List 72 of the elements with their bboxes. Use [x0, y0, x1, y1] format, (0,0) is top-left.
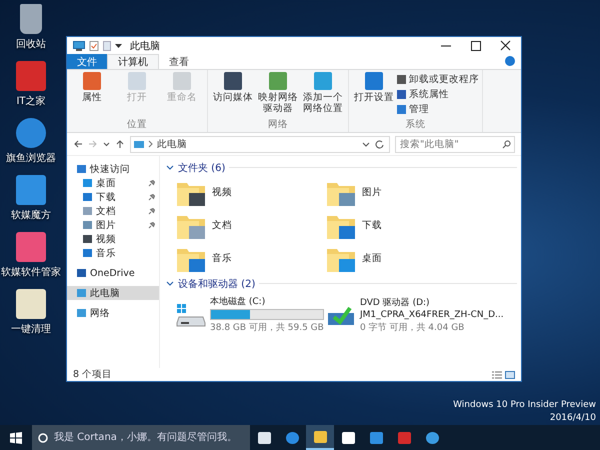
circle-icon[interactable]	[38, 432, 48, 442]
nav-item[interactable]: 桌面	[67, 176, 159, 190]
nav-item[interactable]: OneDrive	[67, 266, 159, 280]
section-title: 设备和驱动器 (2)	[178, 278, 256, 290]
collapse-chevron-icon[interactable]	[166, 164, 174, 172]
status-text: 8 个项目	[73, 368, 112, 381]
ribbon-group-label: 位置	[127, 118, 147, 131]
ribbon-button[interactable]: 映射网络驱动器	[256, 72, 300, 118]
desktop-app-icon[interactable]	[16, 118, 46, 148]
details-view-icon[interactable]	[492, 370, 502, 378]
folder-label[interactable]: 桌面	[362, 252, 382, 265]
drive-capacity-text: 38.8 GB 可用，共 59.5 GB	[210, 322, 324, 334]
window-title: 此电脑	[130, 40, 160, 52]
large-icons-view-icon[interactable]	[505, 370, 515, 378]
chevron-right-icon[interactable]	[148, 140, 153, 148]
chevron-down-icon[interactable]	[362, 140, 370, 148]
nav-item[interactable]: 文档	[67, 204, 159, 218]
nav-item[interactable]: 网络	[67, 306, 159, 320]
up-arrow-icon[interactable]	[115, 139, 125, 149]
folder-label[interactable]: 音乐	[212, 252, 232, 265]
ribbon-tab[interactable]: 计算机	[107, 54, 159, 69]
desktop-app-icon[interactable]	[20, 4, 42, 34]
computer-icon	[134, 140, 144, 148]
search-field[interactable]: 搜索"此电脑"	[395, 136, 515, 152]
dropdown-icon[interactable]	[115, 42, 122, 48]
desktop-icon-label[interactable]: IT之家	[16, 94, 46, 108]
nav-item[interactable]: 音乐	[67, 246, 159, 260]
folder-label[interactable]: 下载	[362, 219, 382, 232]
ribbon-small-button[interactable]: 管理	[397, 103, 479, 116]
drive-capacity-text: 0 字节 可用，共 4.04 GB	[360, 322, 466, 334]
folder-label[interactable]: 图片	[362, 186, 382, 199]
desktop-icon-label[interactable]: 软媒软件管家	[1, 265, 61, 279]
nav-item[interactable]: 此电脑	[67, 286, 159, 300]
collapse-chevron-icon[interactable]	[166, 280, 174, 288]
start-windows-icon[interactable]	[10, 432, 22, 444]
ribbon-small-button[interactable]: 卸载或更改程序	[397, 73, 479, 86]
ribbon-button[interactable]: 属性	[70, 72, 114, 118]
nav-item[interactable]: 图片	[67, 218, 159, 232]
desktop-icon-label[interactable]: 一键清理	[11, 322, 51, 336]
nav-item[interactable]: 视频	[67, 232, 159, 246]
ribbon-tab[interactable]: 文件	[67, 54, 107, 69]
drive-volume-label: JM1_CPRA_X64FRER_ZH-CN_D...	[360, 310, 504, 320]
edition-text: Windows 10 Pro Insider Preview	[453, 400, 596, 410]
pin-icon[interactable]	[148, 208, 155, 214]
drive-name[interactable]: DVD 驱动器 (D:)	[360, 296, 504, 308]
hard-drive-icon[interactable]	[176, 302, 206, 326]
pin-icon[interactable]	[148, 222, 155, 228]
refresh-icon[interactable]	[374, 139, 386, 149]
search-icon[interactable]	[502, 140, 511, 148]
ribbon-small-button[interactable]: 系统属性	[397, 88, 479, 101]
ribbon-group-label: 网络	[268, 118, 288, 131]
checklist-icon[interactable]	[89, 40, 99, 50]
drive-name[interactable]: 本地磁盘 (C:)	[210, 295, 324, 308]
desktop-icon-label[interactable]: 旗鱼浏览器	[6, 151, 56, 165]
folder-label[interactable]: 视频	[212, 186, 232, 199]
ribbon-tab[interactable]: 查看	[159, 54, 199, 69]
ribbon-button[interactable]: 访问媒体	[211, 72, 255, 118]
nav-item[interactable]: 下载	[67, 190, 159, 204]
back-arrow-icon[interactable]	[73, 139, 83, 149]
desktop-icon-label[interactable]: 回收站	[16, 37, 46, 51]
clock-date[interactable]: 2016/4/10	[550, 413, 596, 423]
pin-icon[interactable]	[148, 194, 155, 200]
desktop-icon-label[interactable]: 软媒魔方	[11, 208, 51, 222]
computer-icon	[73, 40, 85, 50]
folder-label[interactable]: 文档	[212, 219, 232, 232]
nav-item[interactable]: 快速访问	[67, 162, 159, 176]
ribbon-button[interactable]: 打开设置	[352, 72, 396, 118]
pin-icon[interactable]	[148, 180, 155, 186]
section-title: 文件夹 (6)	[178, 162, 226, 174]
ribbon-button[interactable]: 添加一个网络位置	[301, 72, 345, 118]
address-bar[interactable]: 此电脑	[130, 136, 390, 152]
ribbon-group-label: 系统	[406, 118, 426, 131]
